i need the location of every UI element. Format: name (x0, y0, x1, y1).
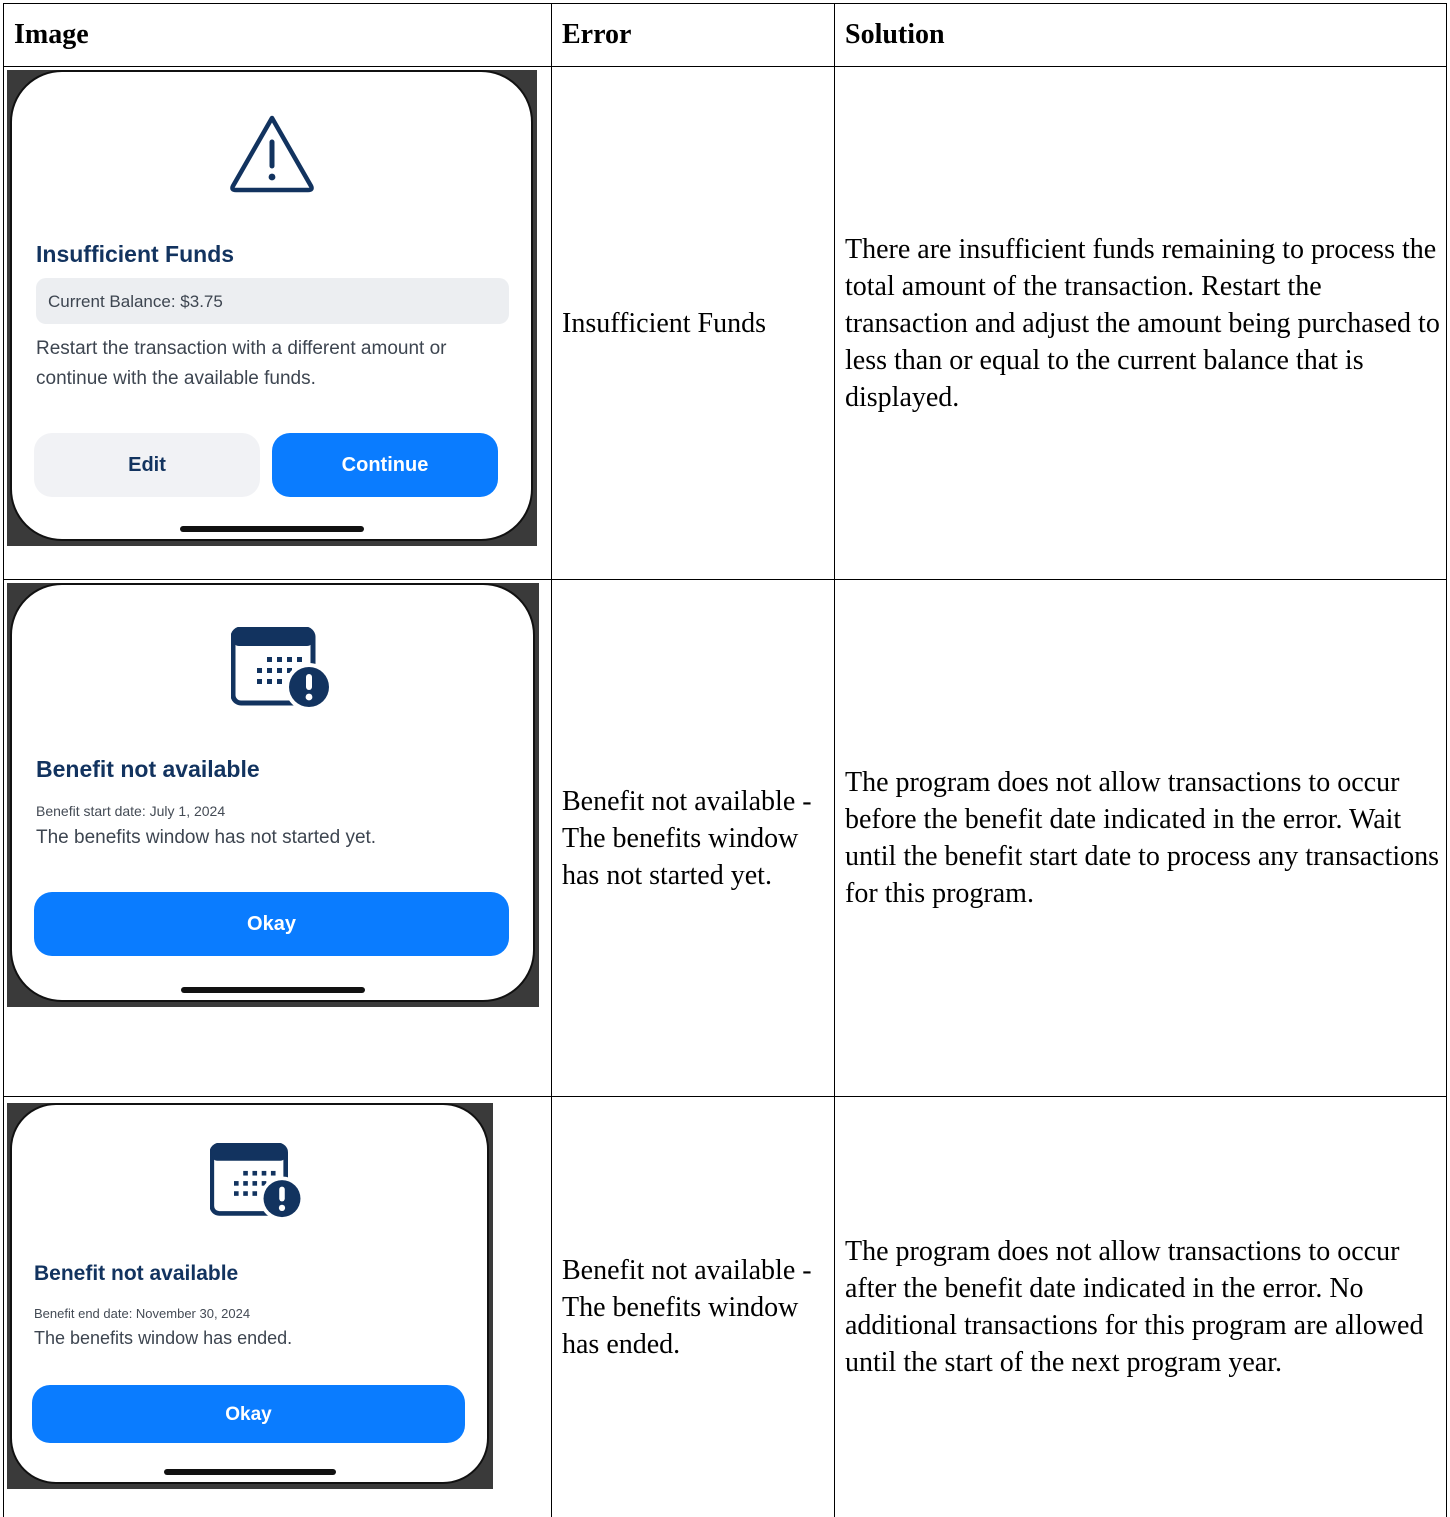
solution-cell: There are insufficient funds remaining t… (835, 67, 1447, 580)
dialog-title: Benefit not available (36, 751, 260, 788)
solution-cell: The program does not allow transactions … (835, 580, 1447, 1097)
insufficient-funds-screenshot: Insufficient Funds Current Balance: $3.7… (7, 70, 537, 546)
table-row: Insufficient Funds Current Balance: $3.7… (4, 67, 1447, 580)
image-cell: Benefit not available Benefit start date… (4, 580, 552, 1097)
dialog-sheet: Benefit not available Benefit end date: … (10, 1103, 489, 1484)
dialog-message: The benefits window has not started yet. (36, 823, 515, 853)
okay-button[interactable]: Okay (32, 1385, 465, 1443)
image-cell: Benefit not available Benefit end date: … (4, 1097, 552, 1517)
table-row: Benefit not available Benefit start date… (4, 580, 1447, 1097)
header-row: Image Error Solution (4, 4, 1447, 67)
dialog-message: The benefits window has ended. (34, 1323, 469, 1353)
error-reference-table: Image Error Solution (3, 3, 1447, 1517)
home-indicator (181, 987, 365, 993)
home-indicator (164, 1469, 336, 1475)
header-solution: Solution (835, 4, 1447, 67)
table-row: Benefit not available Benefit end date: … (4, 1097, 1447, 1517)
error-cell: Benefit not available - The benefits win… (552, 1097, 835, 1517)
current-balance-pill: Current Balance: $3.75 (36, 278, 509, 324)
benefit-ended-screenshot: Benefit not available Benefit end date: … (7, 1103, 493, 1489)
error-cell: Insufficient Funds (552, 67, 835, 580)
dialog-title: Insufficient Funds (36, 236, 234, 273)
calendar-alert-icon (12, 1143, 487, 1221)
continue-button[interactable]: Continue (272, 433, 498, 497)
calendar-alert-icon (12, 627, 533, 711)
dialog-sheet: Benefit not available Benefit start date… (10, 583, 535, 1002)
header-error: Error (552, 4, 835, 67)
dialog-message: Restart the transaction with a different… (36, 334, 513, 394)
dialog-title: Benefit not available (34, 1255, 238, 1292)
solution-cell: The program does not allow transactions … (835, 1097, 1447, 1517)
home-indicator (180, 526, 364, 532)
error-cell: Benefit not available - The benefits win… (552, 580, 835, 1097)
dialog-sheet: Insufficient Funds Current Balance: $3.7… (10, 70, 533, 541)
header-image: Image (4, 4, 552, 67)
okay-button[interactable]: Okay (34, 892, 509, 956)
image-cell: Insufficient Funds Current Balance: $3.7… (4, 67, 552, 580)
benefit-not-started-screenshot: Benefit not available Benefit start date… (7, 583, 539, 1007)
warning-triangle-icon (12, 112, 531, 194)
edit-button[interactable]: Edit (34, 433, 260, 497)
